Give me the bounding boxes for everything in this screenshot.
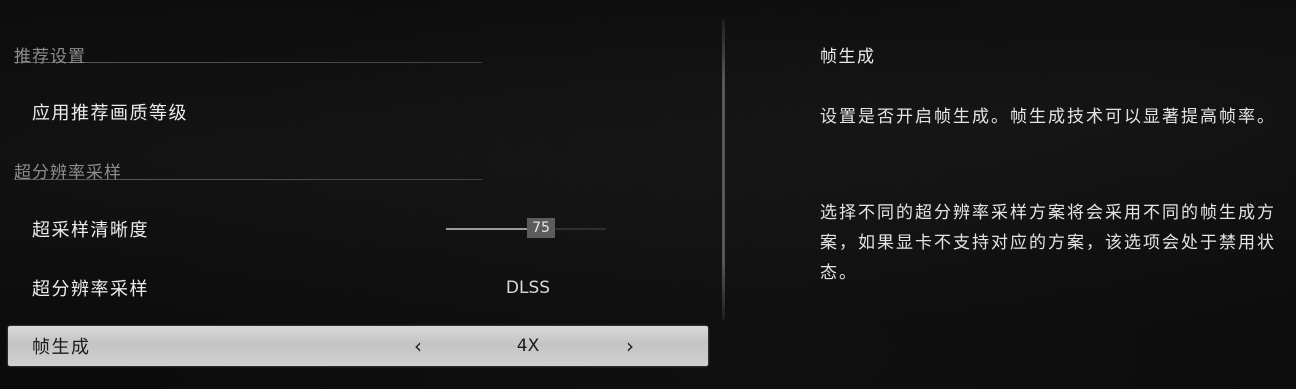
section-title-recommended: 推荐设置 [14, 47, 86, 67]
description-paragraph: 选择不同的超分辨率采样方案将会采用不同的帧生成方案，如果显卡不支持对应的方案，该… [820, 203, 1276, 283]
chevron-left-icon[interactable]: ‹ [414, 334, 422, 358]
section-divider [14, 62, 482, 63]
sharpness-slider[interactable]: 75 [446, 218, 606, 238]
sharpness-row[interactable]: 超采样清晰度 75 [8, 209, 708, 249]
sharpness-label: 超采样清晰度 [32, 220, 149, 241]
section-divider [14, 179, 482, 180]
description-title: 帧生成 [820, 47, 876, 67]
sharpness-value-badge[interactable]: 75 [527, 218, 555, 238]
panel-divider[interactable] [722, 20, 725, 320]
apply-recommended-row[interactable]: 应用推荐画质等级 [8, 92, 708, 132]
frame-gen-row[interactable]: 帧生成 ‹ 4X › [8, 326, 708, 366]
frame-gen-value: 4X [516, 336, 540, 356]
description-paragraph: 设置是否开启帧生成。帧生成技术可以显著提高帧率。 [820, 107, 1276, 127]
upscaling-label: 超分辨率采样 [32, 279, 149, 300]
upscaling-value[interactable]: DLSS [478, 278, 578, 298]
apply-recommended-label: 应用推荐画质等级 [32, 103, 188, 124]
frame-gen-label: 帧生成 [32, 337, 91, 358]
chevron-right-icon[interactable]: › [626, 334, 634, 358]
upscaling-row[interactable]: 超分辨率采样 DLSS [8, 268, 708, 308]
